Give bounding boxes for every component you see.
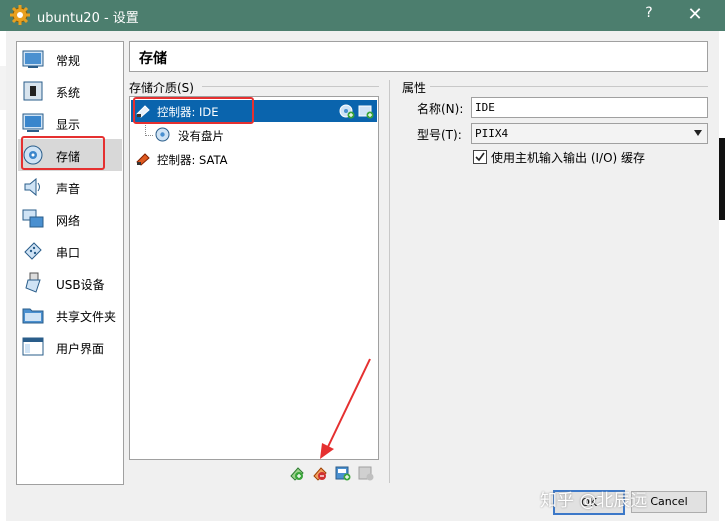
general-icon — [22, 50, 44, 68]
add-optical-drive-icon[interactable] — [339, 103, 355, 119]
page-header: 存储 — [129, 41, 708, 72]
host-io-checkbox[interactable] — [473, 150, 487, 164]
sidebar-item-label: 网络 — [56, 214, 81, 228]
divider — [430, 86, 708, 87]
chevron-down-icon — [694, 130, 702, 136]
sidebar-item-label: 显示 — [56, 118, 81, 132]
tree-item-controller-sata[interactable]: 控制器: SATA — [131, 148, 377, 170]
tree-item-label: 控制器: SATA — [157, 153, 228, 167]
sidebar-item-user-interface[interactable]: 用户界面 — [18, 331, 122, 363]
annotation-highlight — [21, 136, 105, 170]
speaker-icon — [24, 177, 40, 197]
sidebar-item-network[interactable]: 网络 — [18, 203, 122, 235]
name-value: IDE — [475, 101, 495, 114]
gear-icon — [10, 5, 30, 25]
sidebar-item-usb[interactable]: USB设备 — [18, 267, 122, 299]
help-button[interactable]: ? — [638, 5, 660, 25]
add-attachment-icon[interactable] — [335, 465, 351, 481]
type-select[interactable]: PIIX4 — [471, 123, 708, 144]
sidebar-item-label: 串口 — [56, 246, 81, 260]
title-bar: ubuntu20 - 设置 ? ✕ — [0, 0, 725, 31]
optical-disc-icon — [155, 127, 170, 142]
remove-attachment-icon[interactable] — [358, 465, 374, 481]
add-hard-disk-icon[interactable] — [358, 103, 374, 119]
sidebar-item-shared-folders[interactable]: 共享文件夹 — [18, 299, 122, 331]
watermark: 知乎 @北辰远 — [540, 491, 648, 511]
sidebar-item-general[interactable]: 常规 — [18, 43, 122, 75]
sidebar-item-display[interactable]: 显示 — [18, 107, 122, 139]
add-controller-icon[interactable] — [289, 465, 305, 481]
sidebar-item-label: 系统 — [56, 86, 81, 100]
name-label: 名称(N): — [417, 102, 464, 116]
display-icon — [22, 113, 44, 132]
user-interface-icon — [22, 337, 44, 356]
sidebar-item-serial[interactable]: 串口 — [18, 235, 122, 267]
annotation-highlight — [133, 97, 254, 124]
type-value: PIIX4 — [475, 127, 509, 140]
pane-divider — [389, 80, 390, 483]
host-io-label: 使用主机输入输出 (I/O) 缓存 — [491, 151, 646, 165]
type-label: 型号(T): — [417, 128, 462, 142]
divider — [202, 86, 379, 87]
network-icon — [22, 209, 44, 228]
window-title: ubuntu20 - 设置 — [37, 11, 139, 26]
tree-item-label: 没有盘片 — [178, 129, 224, 143]
sidebar-item-audio[interactable]: 声音 — [18, 171, 122, 203]
sidebar-item-label: USB设备 — [56, 278, 105, 292]
remove-controller-icon[interactable] — [312, 465, 328, 481]
serial-port-icon — [24, 242, 42, 260]
sidebar-item-label: 声音 — [56, 182, 81, 196]
folder-icon — [22, 308, 44, 324]
tree-item-empty-disc[interactable]: 没有盘片 — [131, 124, 377, 146]
sidebar-item-system[interactable]: 系统 — [18, 75, 122, 107]
sata-controller-icon — [136, 153, 150, 166]
sidebar-item-label: 用户界面 — [56, 342, 105, 356]
storage-group-label: 存储介质(S) — [129, 81, 194, 95]
attributes-group-label: 属性 — [402, 81, 427, 95]
annotation-arrow — [320, 358, 371, 459]
settings-sidebar: 常规 系统 显示 存储 声音 网络 串口 USB设备 共享文件夹 用户界面 — [16, 41, 124, 485]
usb-icon — [25, 272, 41, 293]
page-title: 存储 — [139, 51, 167, 67]
checkmark-icon — [475, 152, 485, 162]
name-field[interactable]: IDE — [471, 97, 708, 118]
cancel-button-label: Cancel — [650, 495, 688, 508]
close-button[interactable]: ✕ — [684, 4, 706, 26]
sidebar-item-label: 常规 — [56, 54, 81, 68]
sidebar-item-label: 共享文件夹 — [56, 310, 117, 324]
system-icon — [23, 81, 43, 101]
